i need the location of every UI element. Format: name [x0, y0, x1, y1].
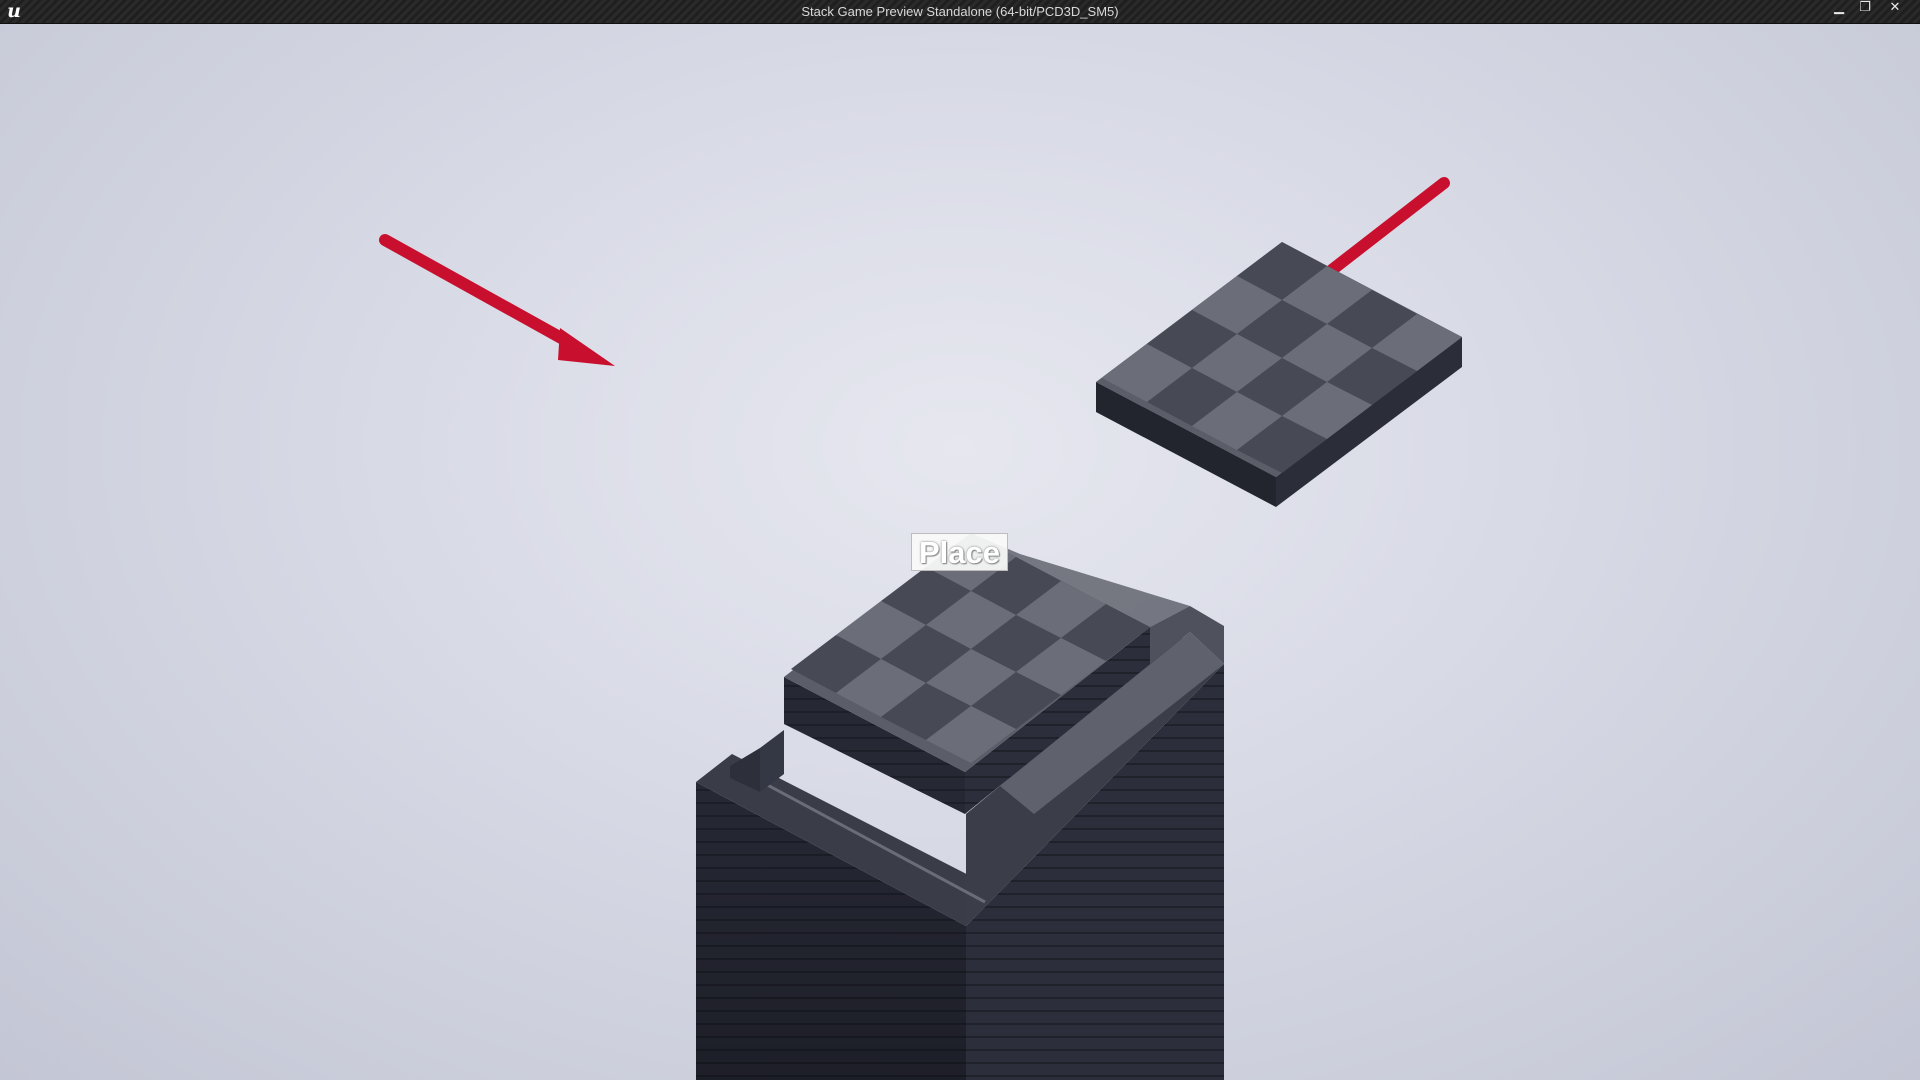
maximize-icon[interactable]: ❐	[1852, 0, 1878, 16]
close-icon[interactable]: ✕	[1882, 0, 1908, 16]
floating-block	[1096, 242, 1462, 507]
place-button[interactable]: Place	[911, 533, 1008, 571]
title-bar[interactable]: u Stack Game Preview Standalone (64-bit/…	[0, 0, 1920, 24]
arrow-icon	[379, 234, 615, 366]
game-viewport[interactable]: Place	[0, 24, 1920, 1080]
window-title: Stack Game Preview Standalone (64-bit/PC…	[801, 4, 1119, 19]
block-tower	[696, 533, 1224, 1080]
minimize-icon[interactable]: ▁	[1826, 0, 1852, 16]
game-window: u Stack Game Preview Standalone (64-bit/…	[0, 0, 1920, 1080]
